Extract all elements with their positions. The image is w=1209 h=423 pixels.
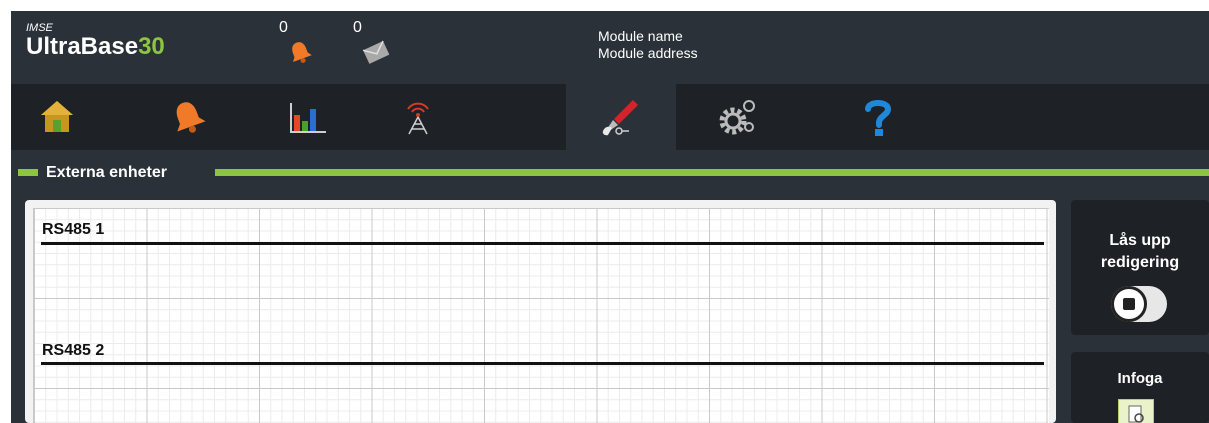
module-name: Module name (598, 28, 683, 44)
help-icon (865, 100, 892, 136)
section-accent-left (18, 169, 38, 176)
alarm-bell-icon (292, 42, 312, 63)
document-search-icon (1128, 405, 1144, 423)
insert-label: Infoga (1117, 370, 1163, 387)
toggle-knob (1111, 286, 1147, 322)
nav-home[interactable] (11, 84, 112, 150)
nav-settings[interactable] (683, 84, 793, 150)
message-counter[interactable]: 0 (353, 19, 393, 79)
brand-main: UltraBase (26, 33, 139, 60)
alarm-counter[interactable]: 0 (279, 19, 319, 79)
message-count: 0 (353, 19, 362, 36)
app-window: IMSE UltraBase30 0 0 Module name Module … (11, 11, 1209, 423)
home-icon (41, 101, 73, 132)
unlock-editing-toggle[interactable] (1111, 286, 1167, 322)
unlock-editing-label: Lås upp redigering (1100, 232, 1180, 271)
nav-help[interactable] (823, 84, 933, 150)
module-info: Module name Module address (598, 28, 698, 62)
unlock-editing-panel: Lås upp redigering (1071, 200, 1209, 335)
nav-alarms[interactable] (133, 84, 243, 150)
nav-tools[interactable] (566, 84, 676, 150)
brand-number: 30 (138, 33, 165, 60)
bus-label-1: RS485 1 (42, 221, 105, 238)
main-nav (11, 84, 1209, 150)
stop-icon (1123, 298, 1135, 310)
alarm-count: 0 (279, 19, 288, 36)
section-header: Externa enheter (11, 163, 1209, 183)
header: IMSE UltraBase30 0 0 Module name Module … (11, 11, 1209, 84)
bell-icon (176, 102, 206, 133)
envelope-icon (362, 40, 390, 64)
bus-line-2[interactable] (41, 362, 1044, 365)
bar-chart-icon (290, 103, 326, 133)
nav-communication[interactable] (363, 84, 473, 150)
tools-icon (602, 100, 638, 136)
insert-panel: Infoga (1071, 352, 1209, 423)
nav-statistics[interactable] (251, 84, 361, 150)
canvas-grid[interactable]: RS485 1 RS485 2 (33, 208, 1049, 423)
section-accent-right (215, 169, 1209, 176)
insert-device-button[interactable] (1118, 399, 1154, 423)
brand-logo: UltraBase30 (26, 33, 165, 61)
bus-line-1[interactable] (41, 242, 1044, 245)
gears-icon (719, 100, 755, 135)
antenna-icon (407, 102, 429, 135)
section-title: Externa enheter (46, 164, 167, 181)
bus-label-2: RS485 2 (42, 342, 105, 359)
bus-canvas: RS485 1 RS485 2 (25, 200, 1056, 423)
module-address: Module address (598, 45, 698, 61)
